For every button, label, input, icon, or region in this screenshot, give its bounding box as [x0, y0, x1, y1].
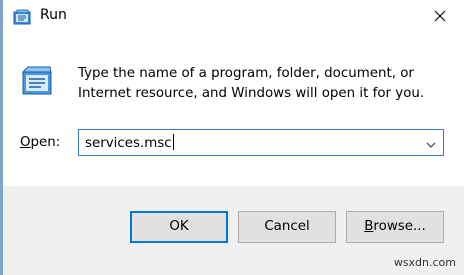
instructions-line-2: Internet resource, and Windows will open…: [78, 86, 425, 101]
close-button[interactable]: [423, 2, 457, 30]
run-program-icon: [20, 66, 54, 96]
browse-button[interactable]: Browse...: [346, 211, 444, 243]
watermark: wsxdn.com: [393, 256, 456, 269]
open-input[interactable]: services.msc: [85, 134, 174, 151]
open-label-mnemonic: O: [20, 135, 31, 150]
ok-button[interactable]: OK: [130, 211, 228, 243]
open-combobox[interactable]: services.msc: [78, 129, 444, 156]
window-title: Run: [40, 7, 67, 23]
cancel-button[interactable]: Cancel: [238, 211, 336, 243]
open-label-rest: pen:: [30, 135, 61, 150]
browse-label-rest: rowse...: [373, 219, 426, 234]
open-label: Open:: [20, 135, 60, 150]
text-caret: [172, 134, 174, 150]
chevron-down-icon[interactable]: [425, 136, 437, 148]
instructions-line-1: Type the name of a program, folder, docu…: [78, 66, 414, 81]
button-bar: OK Cancel Browse...: [3, 186, 464, 256]
run-icon: [13, 9, 31, 25]
run-dialog: Run Type the name of a program, folder, …: [0, 0, 464, 275]
title-bar[interactable]: Run: [3, 0, 464, 34]
instructions-text: Type the name of a program, folder, docu…: [78, 64, 448, 104]
close-icon: [434, 7, 446, 26]
open-input-value: services.msc: [85, 136, 172, 151]
